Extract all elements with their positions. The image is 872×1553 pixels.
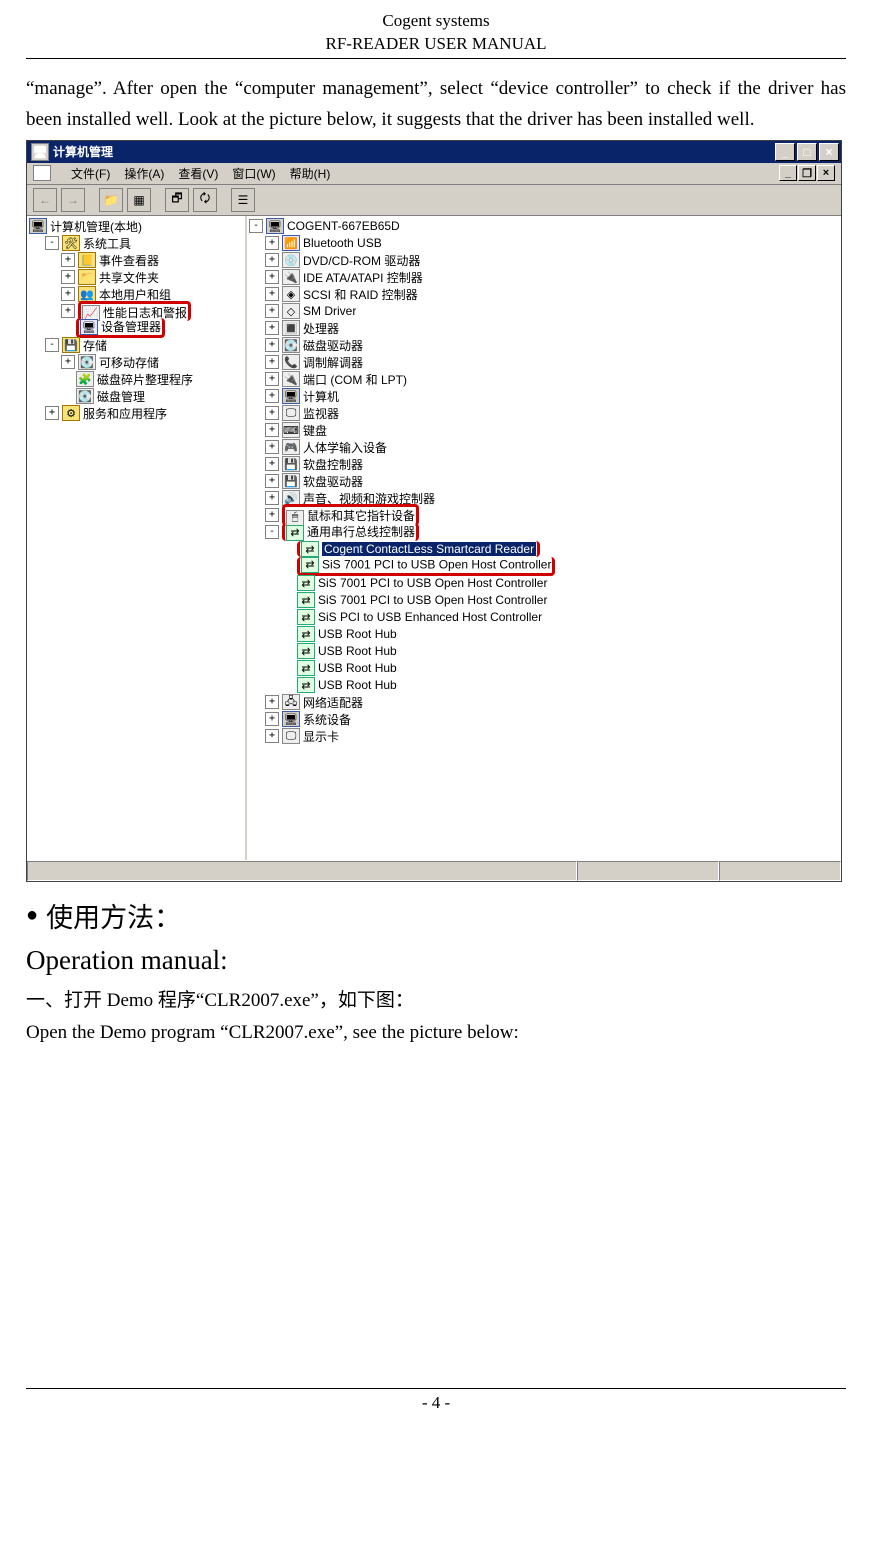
bullet-icon: ● [26, 904, 38, 927]
dev-bluetooth[interactable]: +📶Bluetooth USB [249, 235, 841, 252]
dev-dvd[interactable]: +💿DVD/CD-ROM 驱动器 [249, 252, 841, 269]
usage-heading: ● 使用方法： [26, 896, 846, 935]
menu-help[interactable]: 帮助(H) [290, 165, 331, 182]
dev-keyboard[interactable]: +⌨键盘 [249, 422, 841, 439]
left-tree-pane: 🖥计算机管理(本地) -🛠系统工具 +📒事件查看器 +📁共享文件夹 +👥本地用户… [27, 216, 247, 860]
tree-shared-folders[interactable]: +📁共享文件夹 [29, 269, 245, 286]
menu-view[interactable]: 查看(V) [178, 165, 218, 182]
dev-cogent-reader[interactable]: ⇄Cogent ContactLess Smartcard Reader [249, 541, 841, 558]
dev-sis-enh[interactable]: ⇄SiS PCI to USB Enhanced Host Controller [249, 609, 841, 626]
tree-removable[interactable]: +💽可移动存储 [29, 354, 245, 371]
dev-sis-2[interactable]: ⇄SiS 7001 PCI to USB Open Host Controlle… [249, 575, 841, 592]
computer-management-window: 🖥 计算机管理 _ □ × 文件(F) 操作(A) 查看(V) 窗口(W) 帮助… [26, 140, 842, 882]
dev-mouse[interactable]: +🖱鼠标和其它指针设备 [249, 507, 841, 524]
dev-floppy-drv[interactable]: +💾软盘驱动器 [249, 473, 841, 490]
tree-sys-tools[interactable]: -🛠系统工具 [29, 235, 245, 252]
dev-system[interactable]: +🖥系统设备 [249, 711, 841, 728]
tree-defrag[interactable]: 🧩磁盘碎片整理程序 [29, 371, 245, 388]
dev-computer[interactable]: +🖥计算机 [249, 388, 841, 405]
dev-roothub-3[interactable]: ⇄USB Root Hub [249, 660, 841, 677]
page-header: Cogent systems RF-READER USER MANUAL [26, 10, 846, 59]
dev-modem[interactable]: +📞调制解调器 [249, 354, 841, 371]
dev-floppy-ctrl[interactable]: +💾软盘控制器 [249, 456, 841, 473]
status-2 [577, 861, 719, 881]
mdi-minimize-button[interactable]: _ [779, 165, 797, 181]
tree-storage[interactable]: -💾存储 [29, 337, 245, 354]
dev-root[interactable]: -🖥COGENT-667EB65D [249, 218, 841, 235]
tree-device-manager[interactable]: 🖥设备管理器 [29, 320, 245, 337]
demo-line-en: Open the Demo program “CLR2007.exe”, see… [26, 1018, 846, 1048]
dev-ide[interactable]: +🔌IDE ATA/ATAPI 控制器 [249, 269, 841, 286]
titlebar: 🖥 计算机管理 _ □ × [27, 141, 841, 163]
dev-display[interactable]: +🖵显示卡 [249, 728, 841, 745]
menu-file[interactable]: 文件(F) [71, 165, 110, 182]
dev-roothub-1[interactable]: ⇄USB Root Hub [249, 626, 841, 643]
minimize-button[interactable]: _ [775, 143, 795, 161]
close-button[interactable]: × [819, 143, 839, 161]
status-3 [719, 861, 841, 881]
print-button[interactable]: 🗗 [165, 188, 189, 212]
status-bar [27, 860, 841, 881]
app-icon: 🖥 [31, 143, 49, 161]
properties-button[interactable]: ▦ [127, 188, 151, 212]
dev-network[interactable]: +🖧网络适配器 [249, 694, 841, 711]
dev-roothub-2[interactable]: ⇄USB Root Hub [249, 643, 841, 660]
maximize-button[interactable]: □ [797, 143, 817, 161]
right-tree-pane: -🖥COGENT-667EB65D +📶Bluetooth USB +💿DVD/… [247, 216, 841, 860]
dev-disk[interactable]: +💽磁盘驱动器 [249, 337, 841, 354]
menubar: 文件(F) 操作(A) 查看(V) 窗口(W) 帮助(H) _ ❐ × [27, 163, 841, 185]
dev-hid[interactable]: +🎮人体学输入设备 [249, 439, 841, 456]
operation-manual-heading: Operation manual: [26, 945, 846, 976]
demo-line-cn: 一、打开 Demo 程序“CLR2007.exe”，如下图： [26, 986, 846, 1016]
dev-monitor[interactable]: +🖵监视器 [249, 405, 841, 422]
dev-scsi[interactable]: +◈SCSI 和 RAID 控制器 [249, 286, 841, 303]
back-button[interactable]: ← [33, 188, 57, 212]
page-footer: - 4 - [26, 1388, 846, 1413]
dev-cpu[interactable]: +🔳处理器 [249, 320, 841, 337]
intro-paragraph: “manage”. After open the “computer manag… [26, 73, 846, 136]
dev-ports[interactable]: +🔌端口 (COM 和 LPT) [249, 371, 841, 388]
tree-disk-mgmt[interactable]: 💽磁盘管理 [29, 388, 245, 405]
mdi-restore-button[interactable]: ❐ [798, 165, 816, 181]
menu-window[interactable]: 窗口(W) [232, 165, 275, 182]
help-button[interactable]: ☰ [231, 188, 255, 212]
header-line2: RF-READER USER MANUAL [26, 33, 846, 56]
tree-services[interactable]: +⚙服务和应用程序 [29, 405, 245, 422]
window-title: 计算机管理 [53, 143, 113, 160]
dev-roothub-4[interactable]: ⇄USB Root Hub [249, 677, 841, 694]
mmc-icon [33, 165, 51, 181]
menu-action[interactable]: 操作(A) [124, 165, 164, 182]
toolbar: ← → 📁 ▦ 🗗 🗘 ☰ [27, 185, 841, 216]
tree-root[interactable]: 🖥计算机管理(本地) [29, 218, 245, 235]
mdi-close-button[interactable]: × [817, 165, 835, 181]
refresh-button[interactable]: 🗘 [193, 188, 217, 212]
tree-event-viewer[interactable]: +📒事件查看器 [29, 252, 245, 269]
dev-usb-controllers[interactable]: -⇄通用串行总线控制器 [249, 524, 841, 541]
up-button[interactable]: 📁 [99, 188, 123, 212]
status-main [27, 861, 577, 881]
header-line1: Cogent systems [26, 10, 846, 33]
dev-sis-1[interactable]: ⇄SiS 7001 PCI to USB Open Host Controlle… [249, 558, 841, 575]
dev-sm[interactable]: +◇SM Driver [249, 303, 841, 320]
forward-button[interactable]: → [61, 188, 85, 212]
dev-sis-3[interactable]: ⇄SiS 7001 PCI to USB Open Host Controlle… [249, 592, 841, 609]
